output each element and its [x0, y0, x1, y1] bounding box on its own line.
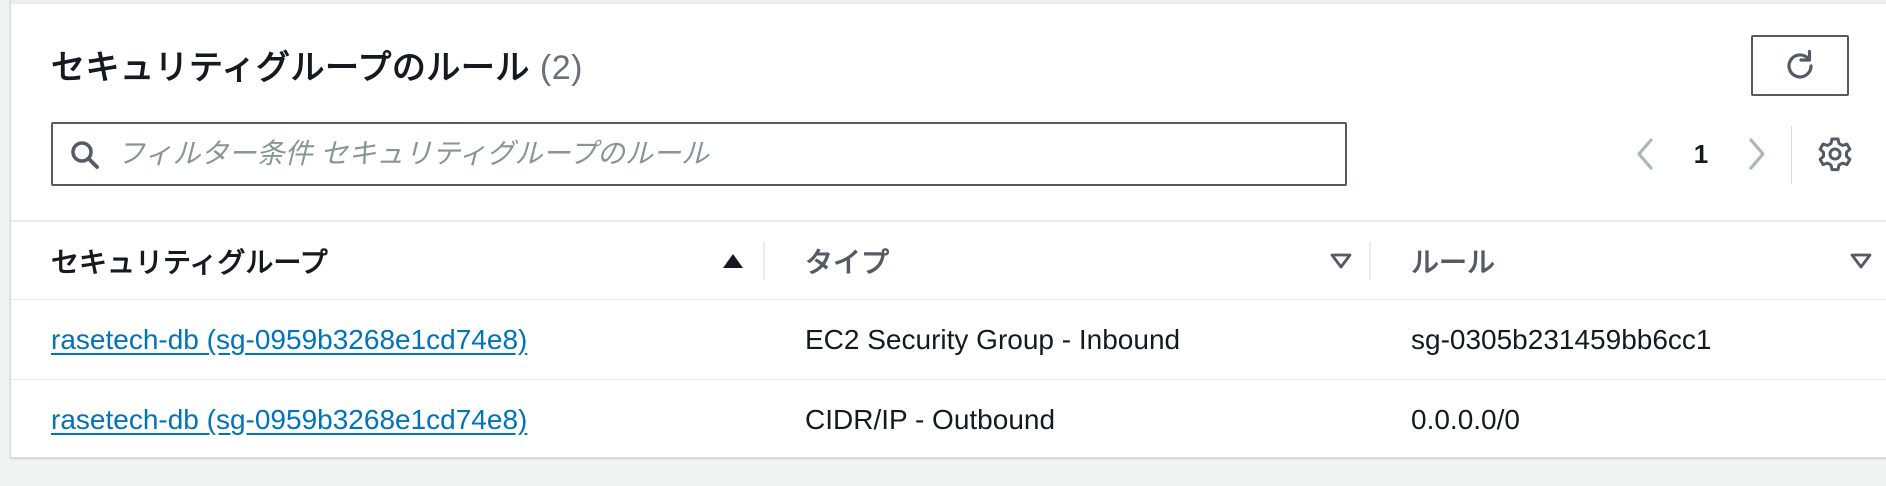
sort-unsorted-icon[interactable] — [1849, 249, 1873, 273]
pagination: 1 — [1621, 130, 1781, 178]
column-header-type[interactable]: タイプ — [805, 222, 889, 299]
refresh-button[interactable] — [1751, 35, 1849, 96]
search-icon — [71, 141, 99, 169]
security-group-cell: rasetech-db (sg-0959b3268e1cd74e8) — [51, 300, 527, 379]
column-resizer[interactable] — [763, 242, 765, 280]
column-resizer[interactable] — [1369, 242, 1371, 280]
chevron-right-icon — [1749, 138, 1765, 170]
column-header-security-group[interactable]: セキュリティグループ — [51, 222, 328, 299]
security-group-link[interactable]: rasetech-db (sg-0959b3268e1cd74e8) — [51, 404, 527, 436]
filter-search-box[interactable] — [51, 122, 1347, 186]
security-group-rules-panel: セキュリティグループのルール(2) 1 — [10, 0, 1886, 458]
security-group-cell: rasetech-db (sg-0959b3268e1cd74e8) — [51, 380, 527, 460]
gear-icon — [1818, 137, 1852, 172]
rules-table: セキュリティグループ タイプ ルール rasetech-db (sg-0959b… — [11, 220, 1886, 460]
column-header-rule[interactable]: ルール — [1411, 222, 1495, 299]
preferences-button[interactable] — [1815, 134, 1855, 174]
next-page-button[interactable] — [1733, 130, 1781, 178]
sort-ascending-icon[interactable] — [721, 249, 745, 273]
type-cell: EC2 Security Group - Inbound — [805, 323, 1181, 355]
sort-unsorted-icon[interactable] — [1329, 249, 1353, 273]
current-page-number[interactable]: 1 — [1669, 139, 1733, 170]
table-row: rasetech-db (sg-0959b3268e1cd74e8) CIDR/… — [11, 380, 1886, 460]
security-group-link[interactable]: rasetech-db (sg-0959b3268e1cd74e8) — [51, 324, 527, 356]
chevron-left-icon — [1637, 138, 1653, 170]
page-title: セキュリティグループのルール (2) — [51, 40, 583, 89]
panel-top-rule — [11, 0, 1886, 4]
refresh-icon — [1787, 49, 1813, 79]
pager-divider — [1791, 126, 1792, 184]
table-row: rasetech-db (sg-0959b3268e1cd74e8) EC2 S… — [11, 300, 1886, 380]
rule-cell: 0.0.0.0/0 — [1411, 404, 1520, 435]
table-header-row: セキュリティグループ タイプ ルール — [11, 222, 1886, 300]
rule-count: (2) — [539, 49, 583, 87]
previous-page-button[interactable] — [1621, 130, 1669, 178]
title-text: セキュリティグループのルール — [51, 49, 530, 87]
filter-input[interactable] — [117, 124, 1317, 184]
type-cell: CIDR/IP - Outbound — [805, 404, 1056, 435]
rule-cell: sg-0305b231459bb6cc1 — [1411, 323, 1712, 355]
